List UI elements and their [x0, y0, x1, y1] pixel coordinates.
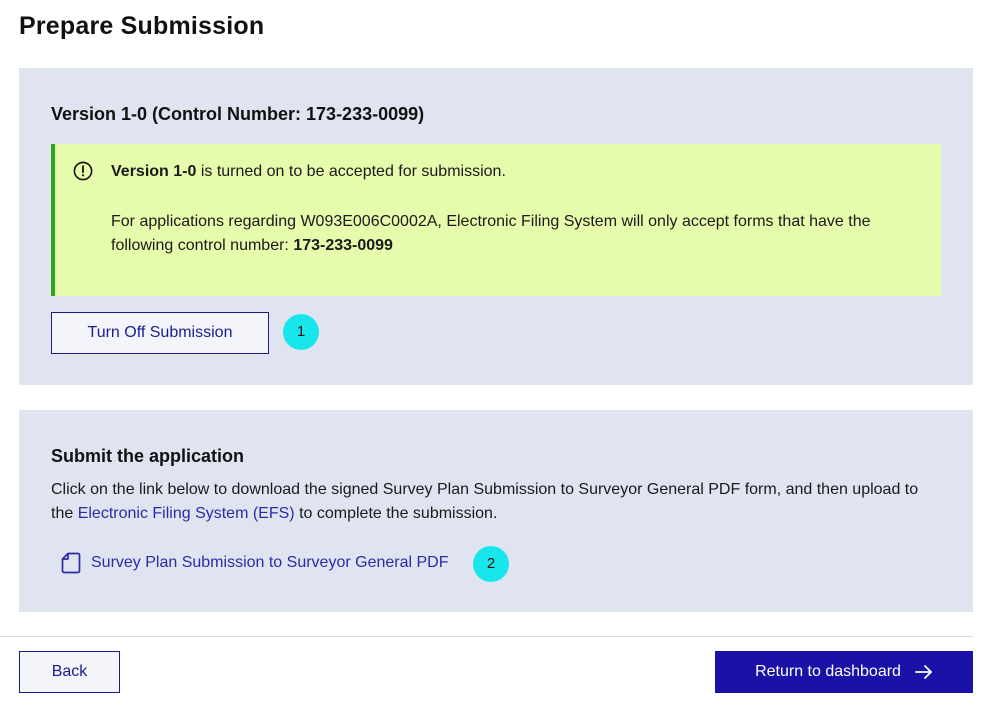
notice-status-text: Version 1-0 is turned on to be accepted … — [111, 162, 506, 182]
notice-status-rest: is turned on to be accepted for submissi… — [196, 163, 506, 180]
notice-control-number: 173-233-0099 — [293, 237, 393, 254]
notice-control-description: For applications regarding W093E006C0002… — [111, 213, 871, 254]
page-title: Prepare Submission — [19, 12, 265, 40]
return-to-dashboard-button[interactable]: Return to dashboard — [715, 651, 973, 693]
notice-version-label: Version 1-0 — [111, 163, 197, 180]
efs-link[interactable]: Electronic Filing System (EFS) — [78, 505, 295, 522]
submit-panel: Submit the application Click on the link… — [19, 410, 973, 612]
version-heading: Version 1-0 (Control Number: 173-233-009… — [51, 104, 425, 124]
footer-divider — [0, 636, 973, 637]
step-marker-1: 1 — [283, 314, 319, 350]
alert-circle-icon — [73, 161, 93, 181]
return-button-label: Return to dashboard — [755, 663, 901, 680]
pdf-link-label[interactable]: Survey Plan Submission to Surveyor Gener… — [91, 554, 448, 572]
turn-off-submission-button[interactable]: Turn Off Submission — [51, 312, 269, 354]
submission-notice: Version 1-0 is turned on to be accepted … — [51, 144, 941, 296]
step-marker-2: 2 — [473, 546, 509, 582]
pdf-download-link[interactable]: Survey Plan Submission to Surveyor Gener… — [61, 552, 448, 574]
document-icon — [61, 552, 81, 574]
back-button[interactable]: Back — [19, 651, 120, 693]
version-panel: Version 1-0 (Control Number: 173-233-009… — [19, 68, 973, 385]
submit-desc-part2: to complete the submission. — [294, 505, 498, 522]
notice-control-text: For applications regarding W093E006C0002… — [111, 210, 921, 258]
submit-description: Click on the link below to download the … — [51, 478, 931, 526]
arrow-right-icon — [915, 665, 932, 679]
submit-heading: Submit the application — [51, 446, 245, 466]
